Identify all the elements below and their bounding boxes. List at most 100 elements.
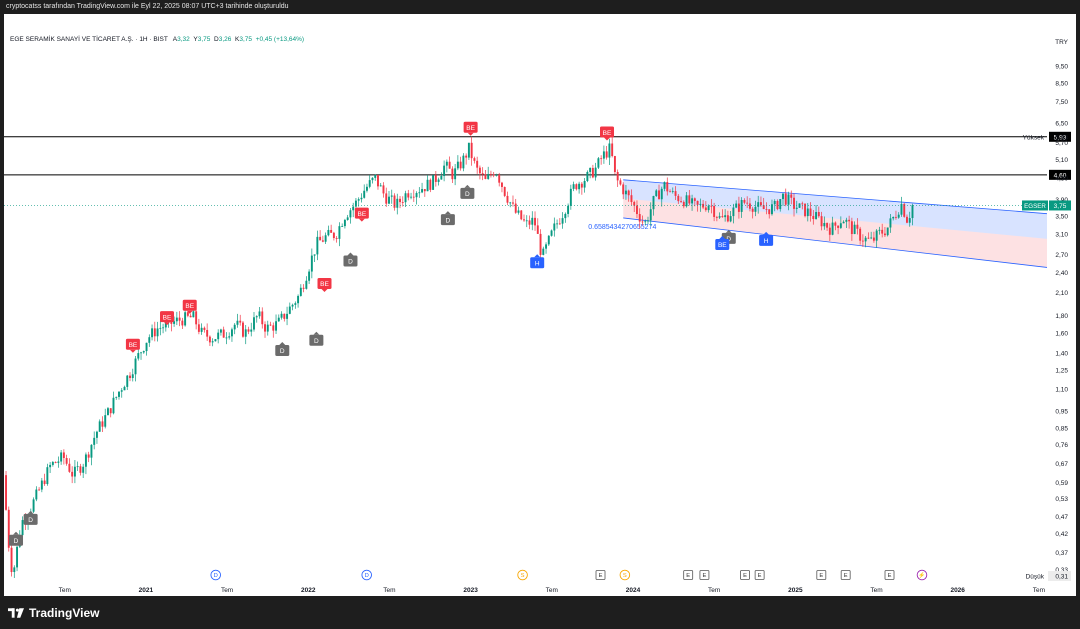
- candle-body: [743, 199, 746, 203]
- candle: [531, 211, 534, 231]
- candle: [203, 326, 206, 333]
- event-icon[interactable]: E: [840, 570, 851, 580]
- candle-body: [396, 198, 399, 208]
- signal-label: H: [535, 260, 540, 267]
- candle: [583, 178, 586, 193]
- candle: [112, 391, 115, 415]
- candle-body: [374, 174, 377, 178]
- chart-area[interactable]: EGE SERAMİK SANAYİ VE TİCARET A.Ş. · 1H …: [4, 14, 1076, 596]
- candle-body: [500, 182, 503, 187]
- candle: [118, 391, 120, 400]
- candle-body: [62, 452, 65, 459]
- event-label: D: [214, 573, 218, 579]
- candle-body: [321, 240, 324, 242]
- event-icon[interactable]: ⚡: [916, 569, 928, 581]
- candle-body: [666, 182, 669, 192]
- candle-body: [812, 215, 815, 220]
- candle: [250, 322, 253, 337]
- candle-body: [79, 466, 82, 473]
- candle-body: [547, 235, 550, 245]
- candle-body: [906, 216, 908, 223]
- candle-body: [779, 199, 782, 210]
- candle: [101, 416, 104, 433]
- candle: [140, 351, 142, 360]
- candle-body: [244, 329, 247, 337]
- candle-body: [748, 203, 751, 209]
- event-icon[interactable]: D: [361, 569, 372, 581]
- candle: [200, 323, 203, 335]
- candle-body: [834, 222, 837, 226]
- event-icon[interactable]: D: [210, 569, 221, 581]
- candle-body: [297, 295, 300, 304]
- candle-body: [156, 328, 159, 337]
- y-tick-label: 8,50: [1055, 80, 1068, 87]
- event-label: E: [888, 573, 892, 579]
- candle: [487, 166, 490, 180]
- tradingview-logo-icon: [8, 608, 24, 618]
- signal-label: D: [465, 191, 470, 198]
- candle-body: [140, 352, 142, 354]
- candle: [95, 430, 98, 444]
- candle-body: [399, 198, 401, 203]
- candle-body: [715, 216, 718, 218]
- candle: [104, 408, 107, 429]
- candle: [594, 162, 597, 181]
- candle-body: [782, 193, 784, 200]
- candle-body: [186, 312, 189, 316]
- candle: [390, 189, 393, 204]
- candle: [316, 230, 319, 261]
- close-value: 3,75: [239, 36, 253, 43]
- event-icon[interactable]: E: [595, 570, 606, 580]
- candle: [90, 444, 93, 466]
- event-icon[interactable]: S: [517, 569, 528, 581]
- candle: [197, 318, 200, 335]
- event-icon[interactable]: E: [754, 570, 765, 580]
- y-tick-label: 0,53: [1055, 496, 1068, 503]
- candle: [412, 189, 415, 202]
- event-label: D: [365, 573, 369, 579]
- candle: [591, 164, 594, 179]
- candle-body: [671, 191, 674, 192]
- candle-body: [126, 375, 129, 387]
- candle: [98, 419, 101, 432]
- candle: [162, 323, 165, 334]
- event-icon[interactable]: E: [740, 570, 750, 580]
- candle-body: [401, 202, 404, 203]
- candle-body: [696, 200, 699, 205]
- candle: [470, 136, 473, 166]
- candle: [886, 227, 889, 237]
- price-chart[interactable]: 0.6585434270655274 5,934,60 BEBEBEBEBEBE…: [4, 14, 1076, 596]
- candle-body: [175, 317, 178, 322]
- event-icon[interactable]: S: [619, 569, 631, 581]
- candle-body: [572, 184, 575, 189]
- candle-body: [462, 155, 465, 169]
- event-icon[interactable]: E: [884, 570, 895, 580]
- candle-body: [787, 194, 790, 205]
- event-icon[interactable]: E: [683, 570, 694, 580]
- event-icon[interactable]: E: [699, 570, 710, 580]
- candle-body: [561, 218, 564, 224]
- candle-body: [534, 217, 536, 226]
- candle: [410, 192, 413, 200]
- candle-body: [903, 204, 906, 217]
- candle-body: [230, 329, 233, 337]
- event-icon[interactable]: E: [816, 570, 827, 580]
- channel-annotation: 0.6585434270655274: [588, 224, 656, 231]
- x-tick-label: 2026: [950, 587, 965, 594]
- candle: [305, 276, 308, 290]
- candle: [382, 182, 385, 198]
- candle: [423, 188, 426, 197]
- candle-body: [864, 237, 867, 242]
- candle-body: [525, 220, 528, 222]
- candle: [484, 170, 487, 180]
- candle-body: [704, 207, 707, 211]
- candle-body: [222, 329, 225, 338]
- candle: [545, 242, 548, 254]
- candle-body: [253, 317, 255, 330]
- candle-body: [848, 219, 851, 222]
- candle-body: [316, 236, 319, 255]
- x-tick-label: Tem: [870, 587, 882, 594]
- candle: [332, 231, 335, 241]
- candle: [509, 201, 512, 208]
- neutral-signal-marker: D: [343, 252, 358, 267]
